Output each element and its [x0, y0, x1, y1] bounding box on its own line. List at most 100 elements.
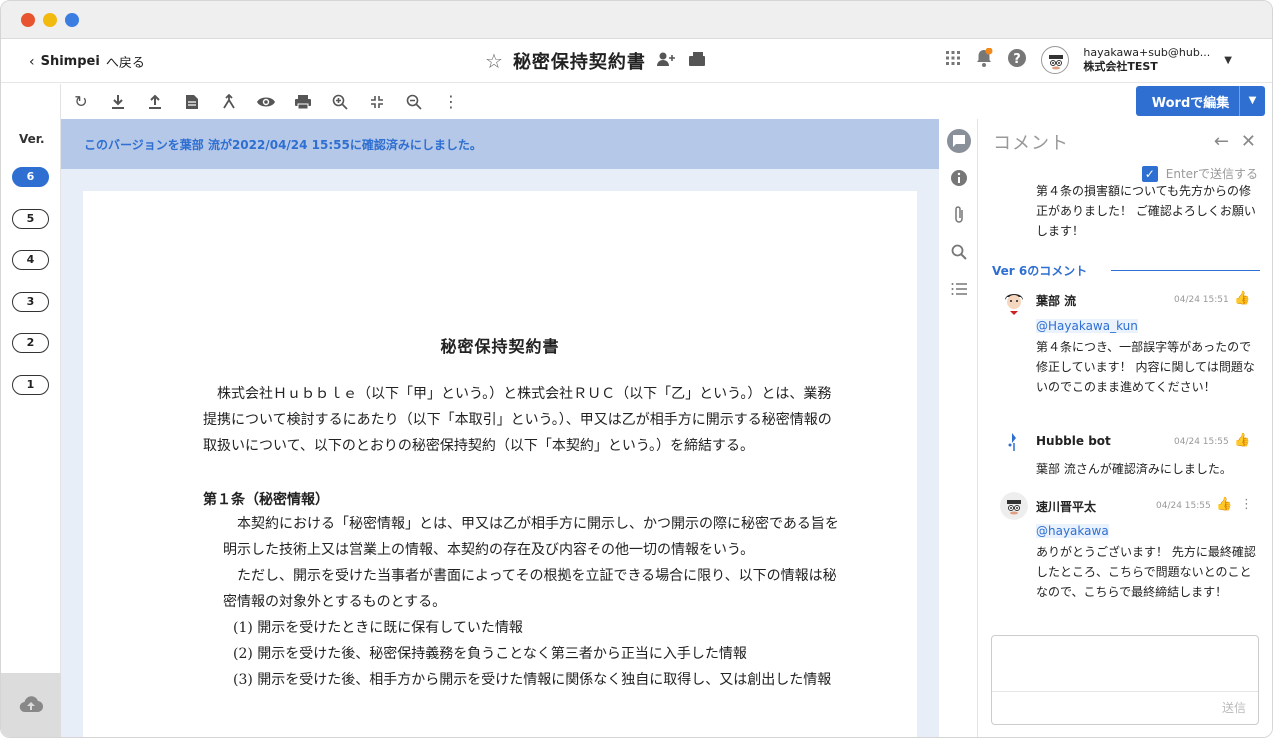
app-header: ‹ Shimpei へ戻る ☆ 秘密保持契約書 ? hayakawa+sub@h…	[1, 40, 1272, 83]
article-1-paragraph-2: ただし、開示を受けた当事者が書面によってその根拠を立証できる場合に限り、以下の情…	[223, 568, 837, 610]
search-icon[interactable]	[947, 240, 971, 264]
avatar	[1000, 428, 1028, 456]
divider	[992, 691, 1258, 692]
info-icon[interactable]	[947, 166, 971, 190]
version-3[interactable]: 3	[12, 292, 49, 312]
article-1-item-3: (3) 開示を受けた後、相手方から開示を受けた情報に関係なく独自に取得し、又は創…	[233, 672, 832, 688]
article-1-title: 第１条（秘密情報）	[203, 492, 329, 508]
back-user-name: Shimpei	[40, 54, 100, 69]
more-vertical-icon[interactable]: ⋮	[1240, 497, 1253, 512]
caret-down-icon[interactable]: ▼	[1239, 86, 1265, 116]
version-comment-header: Ver 6のコメント	[992, 262, 1260, 279]
document-title: 秘密保持契約書	[440, 337, 560, 356]
comment-author: 速川晋平太	[1036, 500, 1097, 514]
comment-body: 葉部 流さんが確認済みにしました。	[1036, 462, 1232, 476]
version-rail: Ver. 6 5 4 3 2 1	[1, 84, 61, 737]
comment-time: 04/24 15:51	[1174, 295, 1229, 305]
comment-icon[interactable]	[947, 129, 971, 153]
chevron-left-icon: ‹	[29, 53, 35, 70]
version-2[interactable]: 2	[12, 333, 49, 353]
comment-mention[interactable]: @Hayakawa_kun	[1036, 319, 1138, 333]
document-toolbar: ↻ ⋮	[61, 84, 939, 119]
cloud-upload-button[interactable]	[1, 673, 61, 737]
more-vertical-icon[interactable]: ⋮	[441, 92, 461, 112]
close-icon[interactable]: ✕	[1241, 131, 1256, 152]
folder-icon[interactable]	[688, 51, 706, 71]
article-1-paragraph-1: 本契約における「秘密情報」とは、甲又は乙が相手方に開示し、かつ開示の際に秘密であ…	[223, 516, 839, 558]
word-edit-button[interactable]: Wordで編集 ▼	[1136, 86, 1265, 116]
caret-down-icon[interactable]: ▼	[1224, 55, 1232, 66]
print-icon[interactable]	[293, 92, 313, 112]
enter-to-send-checkbox[interactable]: ✓	[1141, 165, 1158, 182]
avatar[interactable]	[1041, 46, 1070, 74]
enter-to-send-option[interactable]: ✓ Enterで送信する	[1141, 165, 1258, 182]
avatar	[1000, 492, 1028, 520]
back-label: へ戻る	[105, 56, 145, 71]
list-icon[interactable]	[947, 277, 971, 301]
app-window: ‹ Shimpei へ戻る ☆ 秘密保持契約書 ? hayakawa+sub@h…	[0, 0, 1273, 738]
help-icon[interactable]: ?	[1007, 48, 1027, 72]
page-title: 秘密保持契約書	[512, 52, 646, 73]
share-user-icon[interactable]	[656, 51, 678, 71]
apps-grid-icon[interactable]	[945, 50, 961, 70]
version-1[interactable]: 1	[12, 375, 49, 395]
user-email: hayakawa+sub@hub...	[1083, 46, 1211, 59]
merge-icon[interactable]	[219, 92, 239, 112]
document-icon[interactable]	[182, 92, 202, 112]
comment-panel: コメント ← ✕ ✓ Enterで送信する 第４条の損害額についても先方からの修…	[978, 119, 1272, 737]
thumbs-up-icon[interactable]: 👍	[1234, 433, 1250, 448]
previous-comment: 第４条の損害額についても先方からの修正がありました！ ご確認よろしくお願いします…	[1036, 184, 1256, 238]
document-intro: 株式会社Ｈｕｂｂｌｅ（以下「甲」という。）と株式会社ＲＵＣ（以下「乙」という。）…	[203, 386, 832, 454]
version-6[interactable]: 6	[12, 167, 49, 187]
document-viewer: このバージョンを葉部 流が2022/04/24 15:55に確認済みにしました。…	[61, 119, 939, 737]
comment-time: 04/24 15:55	[1174, 437, 1229, 447]
version-comment-label: Ver 6のコメント	[992, 264, 1088, 278]
attachment-icon[interactable]	[947, 203, 971, 227]
window-titlebar	[1, 1, 1272, 39]
avatar	[1000, 287, 1028, 315]
refresh-icon[interactable]: ↻	[71, 92, 91, 112]
upload-icon[interactable]	[145, 92, 165, 112]
cloud-upload-icon	[19, 695, 44, 717]
comment-body: 第４条につき、一部誤字等があったので修正しています！ 内容に関しては問題ないので…	[1036, 340, 1255, 394]
back-link[interactable]: ‹ Shimpei へ戻る	[29, 52, 145, 72]
word-edit-label: Wordで編集	[1151, 95, 1230, 111]
zoom-out-icon[interactable]	[404, 92, 424, 112]
send-button[interactable]: 送信	[1222, 699, 1246, 716]
svg-text:?: ?	[1014, 52, 1022, 67]
version-5[interactable]: 5	[12, 209, 49, 229]
article-1-item-1: (1) 開示を受けたときに既に保有していた情報	[233, 620, 523, 636]
comment-mention[interactable]: @hayakawa	[1036, 524, 1109, 538]
zoom-in-icon[interactable]	[330, 92, 350, 112]
comment-time: 04/24 15:55	[1156, 501, 1211, 511]
arrow-left-icon[interactable]: ←	[1214, 131, 1229, 152]
comment-author: Hubble bot	[1036, 434, 1111, 448]
version-label: Ver.	[19, 132, 45, 146]
thumbs-up-icon[interactable]: 👍	[1216, 497, 1232, 512]
user-company: 株式会社TEST	[1083, 60, 1158, 73]
maximize-window-button[interactable]	[65, 13, 79, 27]
comment-panel-title: コメント	[993, 133, 1069, 154]
bell-icon[interactable]	[975, 47, 993, 72]
download-icon[interactable]	[108, 92, 128, 112]
comment-body: ありがとうございます！ 先方に最終確認したところ、こちらで問題ないとのことなので…	[1036, 545, 1256, 599]
version-4[interactable]: 4	[12, 250, 49, 270]
minimize-window-button[interactable]	[43, 13, 57, 27]
header-right: ? hayakawa+sub@hub... 株式会社TEST ▼	[945, 46, 1232, 74]
status-banner: このバージョンを葉部 流が2022/04/24 15:55に確認済みにしました。	[61, 119, 939, 169]
divider	[1111, 270, 1260, 271]
fit-icon[interactable]	[367, 92, 387, 112]
user-menu[interactable]: hayakawa+sub@hub... 株式会社TEST	[1083, 46, 1210, 74]
eye-icon[interactable]	[256, 92, 276, 112]
comment-panel-actions: ← ✕	[1214, 131, 1256, 152]
side-panel-tabs	[940, 119, 978, 737]
close-window-button[interactable]	[21, 13, 35, 27]
star-icon[interactable]: ☆	[485, 49, 503, 73]
enter-to-send-label: Enterで送信する	[1165, 167, 1258, 181]
comment-input[interactable]: 送信	[991, 635, 1259, 725]
thumbs-up-icon[interactable]: 👍	[1234, 291, 1250, 306]
title-area: ☆ 秘密保持契約書	[485, 48, 706, 74]
comment-author: 葉部 流	[1036, 294, 1077, 308]
document-page: 秘密保持契約書 株式会社Ｈｕｂｂｌｅ（以下「甲」という。）と株式会社ＲＵＣ（以下…	[83, 191, 917, 737]
article-1-item-2: (2) 開示を受けた後、秘密保持義務を負うことなく第三者から正当に入手した情報	[233, 646, 747, 662]
